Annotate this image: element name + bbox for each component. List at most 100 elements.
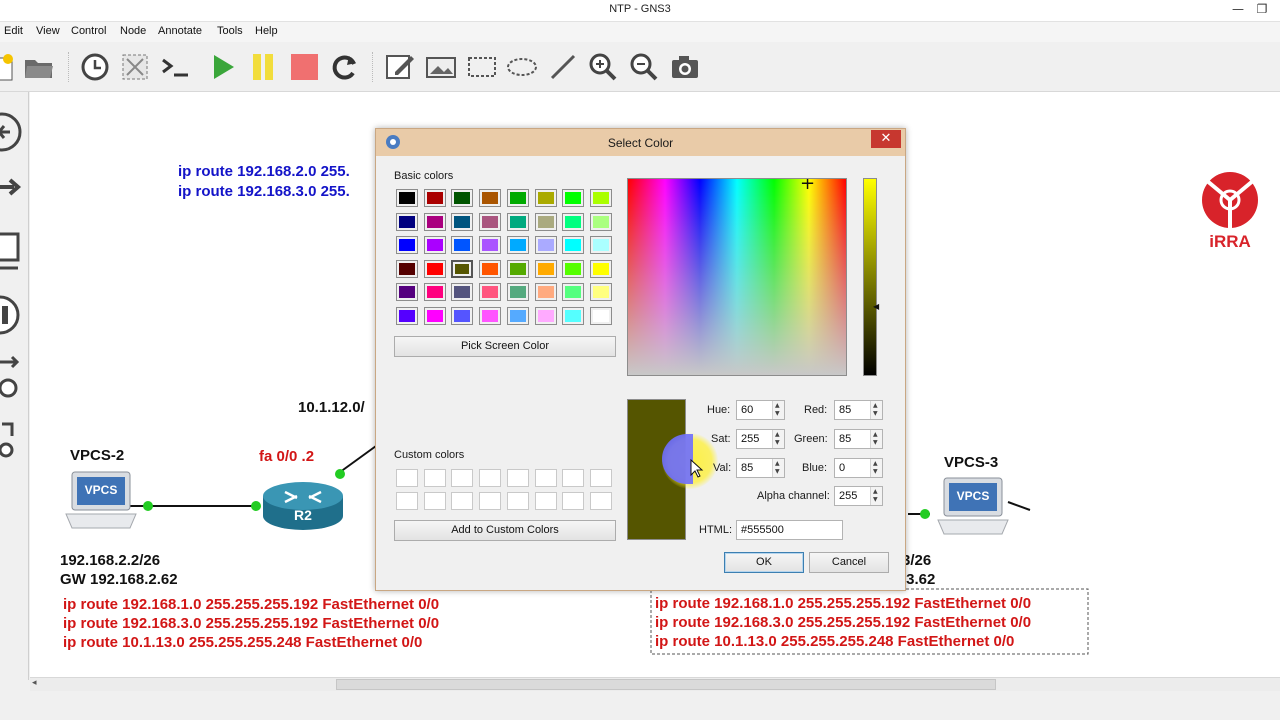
basic-color-swatch[interactable] xyxy=(479,283,502,302)
right-route-1[interactable]: ip route 192.168.1.0 255.255.255.192 Fas… xyxy=(655,595,1031,612)
basic-color-swatch[interactable] xyxy=(423,283,446,302)
basic-color-swatch[interactable] xyxy=(451,236,474,255)
basic-color-swatch[interactable] xyxy=(479,259,502,278)
menu-view[interactable]: View xyxy=(36,25,60,37)
basic-color-swatch[interactable] xyxy=(562,212,585,231)
basic-color-swatch[interactable] xyxy=(534,259,557,278)
screenshot-icon[interactable] xyxy=(668,50,702,84)
custom-color-swatch[interactable] xyxy=(589,492,612,510)
sat-spinbox[interactable]: 255 ▲ ▼ xyxy=(736,429,785,449)
right-route-2[interactable]: ip route 192.168.3.0 255.255.255.192 Fas… xyxy=(655,614,1031,631)
console-icon[interactable] xyxy=(158,50,192,84)
basic-color-swatch[interactable] xyxy=(479,189,502,207)
basic-color-swatch[interactable] xyxy=(506,283,529,302)
basic-color-swatch[interactable] xyxy=(396,283,418,302)
security-category-icon[interactable] xyxy=(0,292,22,342)
close-icon[interactable]: ✕ xyxy=(871,130,901,148)
vpcs2-name[interactable]: VPCS-2 xyxy=(70,447,124,464)
zoom-in-icon[interactable] xyxy=(586,50,620,84)
basic-color-swatch[interactable] xyxy=(479,212,502,231)
rectangle-icon[interactable] xyxy=(465,50,499,84)
vpcs3-name[interactable]: VPCS-3 xyxy=(944,454,998,471)
left-route-1[interactable]: ip route 192.168.1.0 255.255.255.192 Fas… xyxy=(63,596,439,613)
basic-color-swatch[interactable] xyxy=(506,212,529,231)
clock-icon[interactable] xyxy=(78,50,112,84)
right-route-3[interactable]: ip route 10.1.13.0 255.255.255.248 FastE… xyxy=(655,633,1014,650)
end-devices-category-icon[interactable] xyxy=(0,230,22,278)
red-spinbox[interactable]: 85 ▲ ▼ xyxy=(834,400,883,420)
basic-color-swatch[interactable] xyxy=(451,307,474,325)
menu-node[interactable]: Node xyxy=(120,25,146,37)
link-subnet-label[interactable]: 10.1.12.0/ xyxy=(298,399,365,416)
custom-color-swatch[interactable] xyxy=(534,492,557,510)
custom-color-swatch[interactable] xyxy=(479,492,502,510)
zoom-out-icon[interactable] xyxy=(627,50,661,84)
start-icon[interactable] xyxy=(206,50,240,84)
basic-color-swatch[interactable] xyxy=(562,259,585,278)
menu-edit[interactable]: Edit xyxy=(4,25,23,37)
menu-control[interactable]: Control xyxy=(71,25,106,37)
restore-button[interactable]: ❐ xyxy=(1252,1,1272,19)
scroll-left-icon[interactable]: ◂ xyxy=(32,678,37,688)
basic-color-swatch[interactable] xyxy=(534,236,557,255)
interface-label[interactable]: fa 0/0 .2 xyxy=(259,448,314,465)
top-route-1[interactable]: ip route 192.168.2.0 255. xyxy=(178,163,350,180)
basic-color-swatch[interactable] xyxy=(451,212,474,231)
basic-color-swatch[interactable] xyxy=(396,189,418,207)
color-spectrum[interactable]: + xyxy=(627,178,847,376)
custom-color-swatch[interactable] xyxy=(451,492,474,510)
green-spinbox[interactable]: 85 ▲ ▼ xyxy=(834,429,883,449)
basic-color-swatch[interactable] xyxy=(396,259,418,278)
val-spinbox[interactable]: 85 ▲ ▼ xyxy=(736,458,785,478)
basic-color-swatch[interactable] xyxy=(451,189,474,207)
custom-color-swatch[interactable] xyxy=(451,469,474,487)
vpcs2-gateway[interactable]: GW 192.168.2.62 xyxy=(60,571,178,588)
ok-button[interactable]: OK xyxy=(724,552,804,573)
add-to-custom-colors-button[interactable]: Add to Custom Colors xyxy=(394,520,616,541)
basic-color-swatch[interactable] xyxy=(589,212,612,231)
all-devices-category-icon[interactable] xyxy=(0,354,22,408)
basic-color-swatch[interactable] xyxy=(506,189,529,207)
basic-color-swatch[interactable] xyxy=(534,307,557,325)
cancel-button[interactable]: Cancel xyxy=(809,552,889,573)
vpcs3-ip[interactable]: 3/26 xyxy=(902,552,931,569)
html-color-field[interactable]: #555500 xyxy=(736,520,843,540)
router-r2-node[interactable]: R2 xyxy=(261,480,345,532)
open-icon[interactable] xyxy=(22,50,56,84)
pick-screen-color-button[interactable]: Pick Screen Color xyxy=(394,336,616,357)
custom-color-swatch[interactable] xyxy=(423,469,446,487)
basic-color-swatch[interactable] xyxy=(589,307,612,325)
value-slider[interactable]: ◀ xyxy=(863,178,879,376)
pause-icon[interactable] xyxy=(246,50,280,84)
stop-icon[interactable] xyxy=(287,50,321,84)
vpcs2-node[interactable]: VPCS xyxy=(60,470,140,532)
top-route-2[interactable]: ip route 192.168.3.0 255. xyxy=(178,183,350,200)
left-route-2[interactable]: ip route 192.168.3.0 255.255.255.192 Fas… xyxy=(63,615,439,632)
menu-tools[interactable]: Tools xyxy=(217,25,243,37)
basic-color-swatch[interactable] xyxy=(506,259,529,278)
basic-color-swatch[interactable] xyxy=(589,283,612,302)
basic-color-swatch[interactable] xyxy=(423,259,446,278)
basic-color-swatch[interactable] xyxy=(589,259,612,278)
basic-color-swatch[interactable] xyxy=(562,189,585,207)
basic-color-swatch[interactable] xyxy=(589,236,612,255)
custom-color-swatch[interactable] xyxy=(562,492,585,510)
menu-help[interactable]: Help xyxy=(255,25,278,37)
note-icon[interactable] xyxy=(383,50,417,84)
basic-color-swatch[interactable] xyxy=(423,189,446,207)
basic-color-swatch[interactable] xyxy=(534,283,557,302)
custom-color-swatch[interactable] xyxy=(479,469,502,487)
switches-category-icon[interactable] xyxy=(0,170,22,208)
basic-color-swatch[interactable] xyxy=(562,307,585,325)
scrollbar-thumb[interactable] xyxy=(336,679,996,690)
horizontal-scrollbar[interactable]: ◂ xyxy=(30,677,1280,691)
reload-icon[interactable] xyxy=(327,50,361,84)
line-icon[interactable] xyxy=(546,50,580,84)
basic-color-swatch[interactable] xyxy=(423,307,446,325)
alpha-spinbox[interactable]: 255 ▲ ▼ xyxy=(834,486,883,506)
custom-color-swatch[interactable] xyxy=(423,492,446,510)
vpcs3-gateway[interactable]: .3.62 xyxy=(902,571,935,588)
basic-color-swatch[interactable] xyxy=(506,236,529,255)
new-icon[interactable] xyxy=(0,50,20,84)
basic-color-swatch[interactable] xyxy=(396,212,418,231)
